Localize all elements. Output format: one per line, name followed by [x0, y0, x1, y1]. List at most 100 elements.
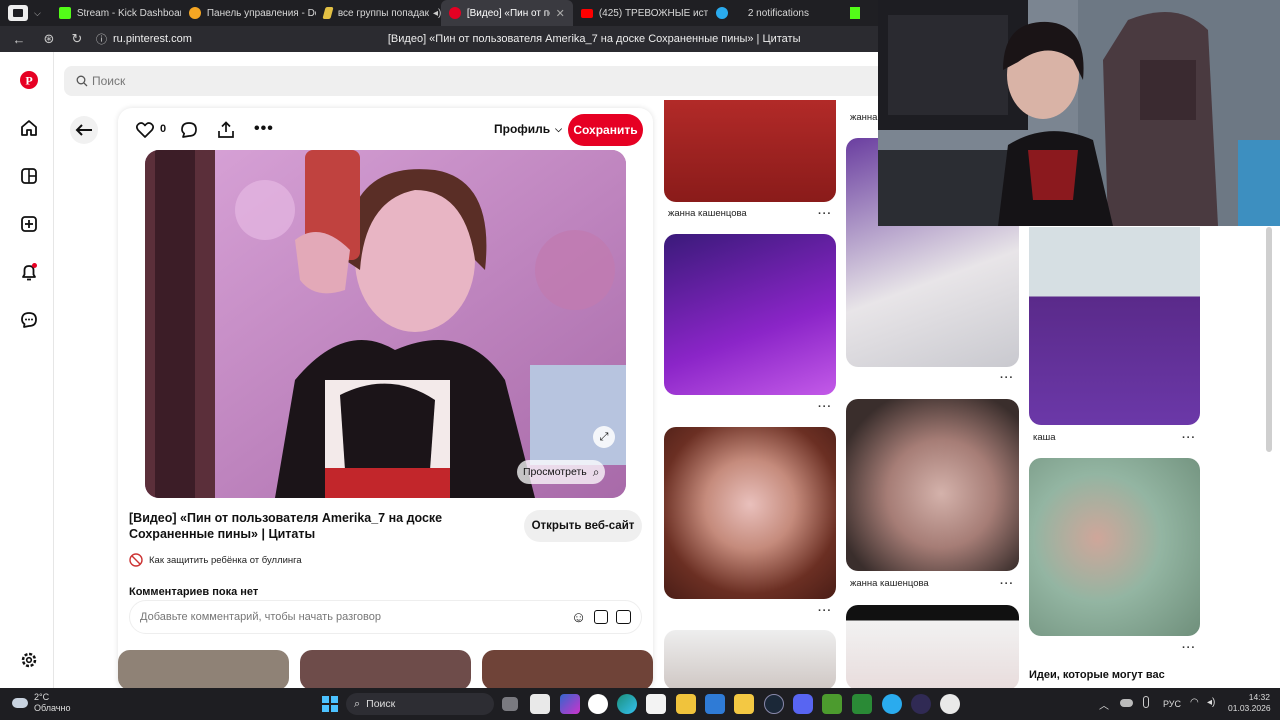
profile-dropdown[interactable]: Профиль ⌵	[494, 122, 562, 136]
browser-menu-icon[interactable]	[8, 5, 28, 21]
pin-title: [Видео] «Пин от пользователя Amerika_7 н…	[129, 511, 443, 541]
weather-widget[interactable]: 2°C Облачно	[12, 692, 70, 714]
kick-small-icon[interactable]	[849, 7, 860, 19]
notifications-bell-icon[interactable]	[17, 260, 41, 284]
obs-icon[interactable]	[911, 694, 931, 714]
comment-box[interactable]: Добавьте комментарий, чтобы начать разго…	[129, 600, 642, 634]
feed-tile-blurry-face[interactable]	[846, 399, 1019, 571]
pin-caption[interactable]: каша	[1033, 432, 1056, 443]
start-windows-icon[interactable]	[322, 696, 338, 712]
webcam-scene	[878, 0, 1280, 226]
explore-icon[interactable]	[17, 164, 41, 188]
tray-chevron-up-icon[interactable]: ︿	[1099, 697, 1109, 712]
mail-icon[interactable]	[705, 694, 725, 714]
tab-title: [Видео] «Пин от польз	[466, 7, 550, 19]
tab-kick[interactable]: Stream - Kick Dashboard	[51, 0, 181, 26]
more-options-icon[interactable]: ···	[818, 401, 832, 413]
close-tab-icon[interactable]: ✕	[556, 7, 565, 20]
edge-icon[interactable]	[617, 694, 637, 714]
pin-caption[interactable]: жанна кашенцова	[668, 208, 747, 219]
more-options-icon[interactable]: ···	[1182, 432, 1196, 444]
share-upload-icon[interactable]	[217, 121, 235, 144]
tab-groups[interactable]: все группы попадак ◂) ✕	[316, 0, 441, 26]
view-visual-search-button[interactable]: Просмотреть ⌕	[517, 460, 606, 484]
more-options-icon[interactable]: •••	[254, 120, 274, 138]
create-icon[interactable]	[17, 212, 41, 236]
copilot-icon[interactable]	[560, 694, 580, 714]
messages-icon[interactable]	[17, 308, 41, 332]
open-website-button[interactable]: Открыть веб-сайт	[524, 510, 642, 542]
store-icon[interactable]	[646, 694, 666, 714]
search-input[interactable]: Поиск	[92, 74, 125, 88]
feed-tile-banana-hoodie[interactable]	[1029, 227, 1200, 425]
taskbar-search[interactable]: ⌕ Поиск	[346, 693, 494, 715]
donation-icon	[188, 7, 201, 19]
tab-donation-panel[interactable]: Панель управления - Don	[181, 0, 316, 26]
pin-caption[interactable]: жанна	[850, 112, 877, 123]
sidebar: P	[0, 52, 54, 688]
page-scrollbar[interactable]	[1266, 227, 1272, 452]
audio-icon[interactable]: ◂)	[433, 8, 441, 19]
telegram-icon[interactable]	[882, 694, 902, 714]
pin-video[interactable]: ⤢ Просмотреть ⌕	[145, 150, 626, 498]
clock[interactable]: 14:32 01.03.2026	[1228, 692, 1271, 714]
feed-tile-purple-hoodies[interactable]	[664, 234, 836, 395]
input-language[interactable]: РУС	[1163, 699, 1181, 709]
file-explorer-icon[interactable]	[734, 694, 754, 714]
emoji-icon[interactable]: ☺	[571, 609, 586, 626]
feed-tile-bottom-3[interactable]	[482, 650, 653, 688]
more-options-icon[interactable]: ···	[1000, 578, 1014, 590]
more-options-icon[interactable]: ···	[818, 605, 832, 617]
anti-bullying-link[interactable]: Как защитить ребёнка от буллинга	[129, 553, 302, 567]
site-info-icon[interactable]: ⓘ	[96, 31, 107, 47]
sticker-icon[interactable]	[594, 610, 608, 624]
steam-icon[interactable]	[764, 694, 784, 714]
feed-tile-portrait-white[interactable]	[664, 630, 836, 688]
arrow-left-icon	[75, 124, 92, 136]
back-icon[interactable]: ←	[8, 32, 30, 47]
pin-caption[interactable]: жанна кашенцова	[850, 578, 929, 589]
expand-icon[interactable]: ⤢	[593, 426, 615, 448]
feed-tile-couple-photo[interactable]	[846, 605, 1019, 688]
more-options-icon[interactable]: ···	[1000, 372, 1014, 384]
tab-list-chevron-icon[interactable]: ⌵	[34, 8, 41, 19]
reload-icon[interactable]: ↻	[66, 31, 88, 47]
onedrive-cloud-icon[interactable]	[1120, 699, 1133, 707]
tab-title: Панель управления - Don	[206, 7, 316, 19]
url-text[interactable]: ru.pinterest.com	[113, 33, 192, 45]
feed-tile-bottom-1[interactable]	[118, 650, 289, 688]
tab-pinterest[interactable]: [Видео] «Пин от польз ✕	[440, 0, 573, 26]
search-bar[interactable]: Поиск	[64, 66, 884, 96]
more-options-icon[interactable]: ···	[818, 208, 832, 220]
feed-tile-girl-with-book[interactable]	[1029, 458, 1200, 636]
settings-gear-icon[interactable]	[17, 648, 41, 672]
volume-icon[interactable]: ◂)	[1207, 697, 1215, 708]
heart-icon[interactable]	[136, 122, 154, 143]
app-icon-yellow[interactable]	[676, 694, 696, 714]
minecraft-icon[interactable]	[822, 694, 842, 714]
pin-detail-card: 0 ••• Профиль ⌵ Сохранить ⤢ Просмотреть …	[118, 108, 653, 688]
tab-youtube[interactable]: (425) ТРЕВОЖНЫЕ истор	[573, 0, 708, 26]
widgets-icon[interactable]	[530, 694, 550, 714]
extension-icon[interactable]: ⊛	[38, 31, 60, 47]
chatgpt-icon[interactable]	[940, 694, 960, 714]
tab-telegram[interactable]: 2 notifications	[708, 0, 848, 26]
save-button[interactable]: Сохранить	[568, 114, 643, 146]
xbox-icon[interactable]	[852, 694, 872, 714]
back-arrow-button[interactable]	[70, 116, 98, 144]
wifi-icon[interactable]: ◠	[1190, 697, 1199, 708]
feed-tile-portrait-makeup[interactable]	[664, 427, 836, 599]
yandex-browser-icon[interactable]	[588, 694, 608, 714]
comment-input[interactable]: Добавьте комментарий, чтобы начать разго…	[140, 611, 381, 623]
microphone-icon[interactable]	[1143, 696, 1149, 708]
feed-tile-bottom-2[interactable]	[300, 650, 471, 688]
home-icon[interactable]	[17, 116, 41, 140]
task-view-icon[interactable]	[502, 697, 518, 711]
tab-title: (425) ТРЕВОЖНЫЕ истор	[598, 7, 708, 19]
feed-tile-red-outfit[interactable]	[664, 100, 836, 202]
image-upload-icon[interactable]	[616, 610, 631, 624]
pinterest-logo-icon[interactable]: P	[17, 68, 41, 92]
more-options-icon[interactable]: ···	[1182, 642, 1196, 654]
comment-icon[interactable]	[180, 121, 198, 144]
discord-icon[interactable]	[793, 694, 813, 714]
